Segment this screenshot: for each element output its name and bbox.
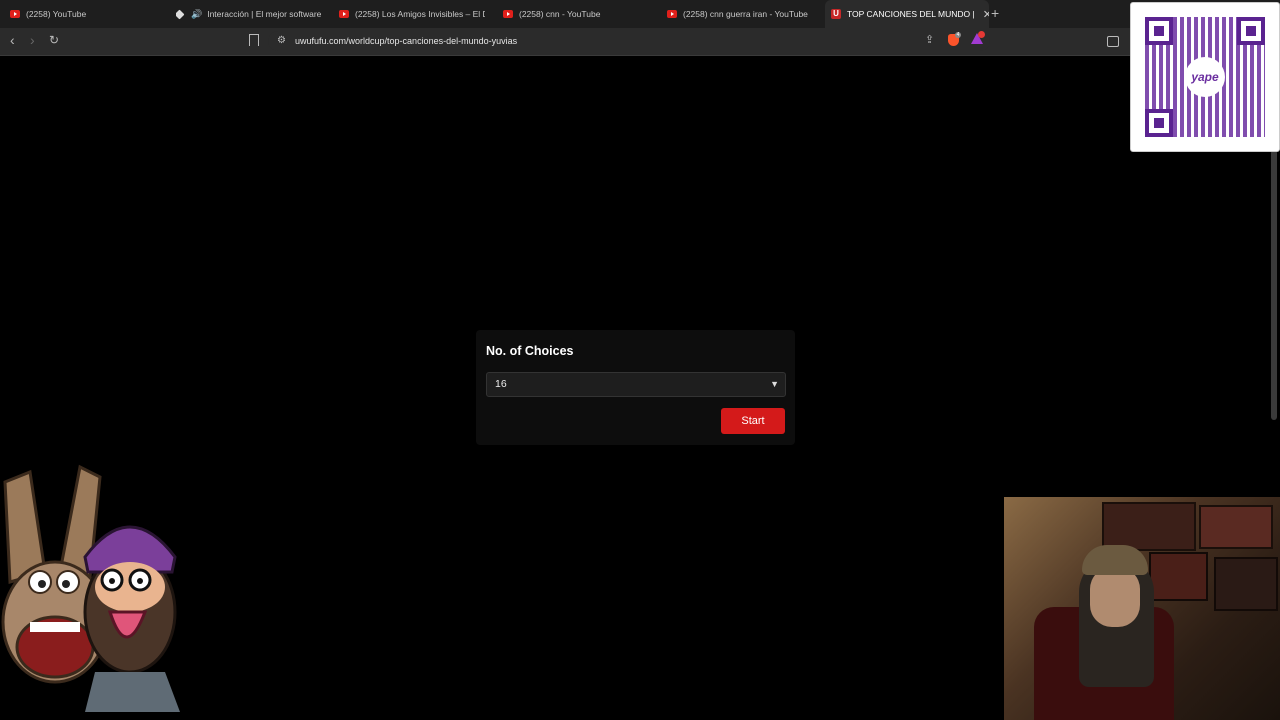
tab-strip: (2258) YouTube 🔊 Interacción | El mejor …: [0, 0, 1280, 28]
wall-picture: [1149, 552, 1208, 601]
bookmark-icon[interactable]: [249, 34, 259, 46]
streamer-face: [1090, 567, 1140, 627]
panel-title: No. of Choices: [486, 344, 574, 358]
streamer-avatar-illustration: [1, 464, 180, 712]
yape-logo: yape: [1185, 57, 1225, 97]
address-bar[interactable]: ⚙ uwufufu.com/worldcup/top-canciones-del…: [268, 31, 990, 51]
close-tab-icon[interactable]: ✕: [983, 8, 989, 21]
qr-finder: [1237, 17, 1265, 45]
back-icon[interactable]: ‹: [10, 32, 15, 48]
forward-icon[interactable]: ›: [30, 32, 35, 48]
site-info-icon[interactable]: ⚙: [277, 31, 286, 51]
share-icon[interactable]: ⇪: [925, 33, 934, 46]
qr-finder: [1145, 109, 1173, 137]
qr-code: yape: [1130, 2, 1280, 152]
tab-interaccion[interactable]: 🔊 Interacción | El mejor software pa: [176, 0, 321, 28]
tab-label: (2258) Los Amigos Invisibles – El Dis: [355, 9, 485, 19]
reload-icon[interactable]: ↻: [49, 33, 59, 47]
tab-top-canciones[interactable]: U TOP CANCIONES DEL MUNDO | ✕: [825, 0, 989, 28]
tab-label: TOP CANCIONES DEL MUNDO |: [847, 9, 975, 19]
diamond-icon: [176, 9, 185, 19]
new-tab-button[interactable]: +: [991, 5, 999, 21]
speaker-icon: 🔊: [191, 8, 203, 19]
tab-label: Interacción | El mejor software pa: [207, 9, 321, 19]
choices-selected-value: 16: [495, 378, 507, 390]
choices-select[interactable]: 16 ▼: [486, 372, 786, 397]
tab-youtube[interactable]: (2258) YouTube: [10, 0, 160, 28]
streamer-cap: [1082, 545, 1148, 575]
page-scrollbar[interactable]: [1271, 150, 1277, 420]
webcam-feed: [1004, 497, 1280, 720]
start-button[interactable]: Start: [721, 408, 785, 434]
wall-picture: [1199, 505, 1273, 549]
tab-cnn[interactable]: (2258) cnn - YouTube: [503, 0, 653, 28]
sidebar-toggle-icon[interactable]: [1107, 36, 1119, 47]
tab-label: (2258) cnn - YouTube: [519, 9, 601, 19]
tab-label: (2258) cnn guerra iran - YouTube: [683, 9, 808, 19]
uwufufu-icon: U: [831, 9, 841, 19]
address-url: uwufufu.com/worldcup/top-canciones-del-m…: [295, 36, 518, 46]
wall-picture: [1102, 502, 1196, 551]
tab-label: (2258) YouTube: [26, 9, 87, 19]
youtube-icon: [10, 10, 20, 18]
chevron-down-icon: ▼: [770, 379, 779, 389]
tab-cnn-guerra-iran[interactable]: (2258) cnn guerra iran - YouTube: [667, 0, 817, 28]
youtube-icon: [667, 10, 677, 18]
choices-panel: No. of Choices 16 ▼ Start: [476, 330, 795, 445]
rewards-badge: [978, 31, 985, 38]
qr-finder: [1145, 17, 1173, 45]
shields-badge: 4: [955, 32, 961, 38]
wall-picture: [1214, 557, 1278, 611]
youtube-icon: [339, 10, 349, 18]
youtube-icon: [503, 10, 513, 18]
browser-toolbar: ‹ › ↻ ⚙ uwufufu.com/worldcup/top-cancion…: [0, 28, 1280, 56]
tab-amigos-invisibles[interactable]: (2258) Los Amigos Invisibles – El Dis: [339, 0, 485, 28]
